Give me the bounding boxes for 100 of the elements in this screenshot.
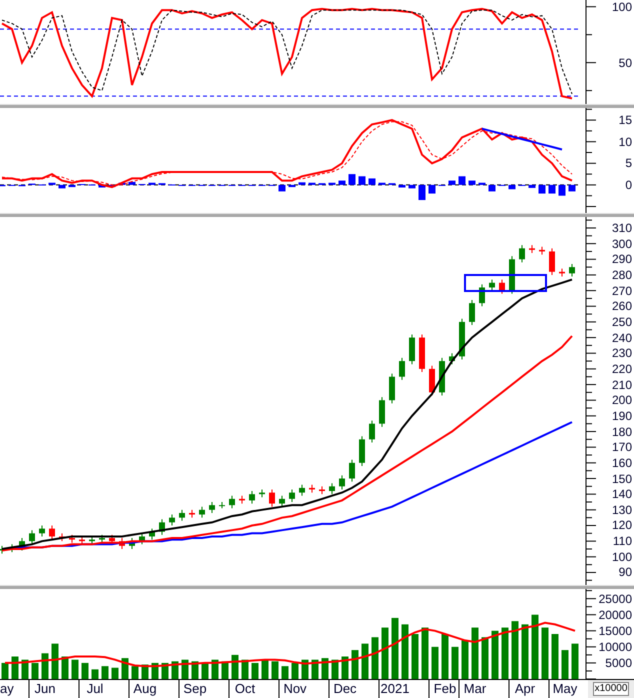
candlestick [259, 488, 265, 498]
axis-label: 220 [612, 362, 632, 376]
month-label: Jun [34, 681, 56, 696]
candlestick [519, 244, 525, 263]
candlestick [159, 518, 165, 536]
candlestick [499, 279, 505, 294]
month-label: Dec [333, 681, 357, 696]
axis-label: 10000 [598, 640, 632, 654]
month-label: Oct [234, 681, 256, 696]
candlestick [559, 268, 565, 277]
axis-label: 190 [612, 408, 632, 423]
candlestick [289, 488, 295, 502]
candlestick [69, 534, 75, 544]
axis-label: 260 [612, 299, 632, 314]
axis-label: 290 [612, 252, 632, 266]
candlestick [529, 244, 535, 254]
candlestick [399, 357, 405, 380]
candlestick [329, 482, 335, 495]
axis-label: 150 [612, 472, 632, 486]
candlestick [119, 538, 125, 550]
candlestick [449, 352, 455, 365]
axis-label: 280 [612, 268, 632, 282]
candlestick [9, 544, 15, 553]
candlestick [349, 459, 355, 482]
candlestick [419, 334, 425, 373]
axis-label: 25000 [598, 592, 632, 606]
candlestick [309, 484, 315, 494]
axis-label: 240 [612, 330, 632, 345]
month-label: Feb [434, 681, 456, 696]
candlestick [369, 420, 375, 443]
month-label: Jul [86, 681, 104, 696]
candlestick [29, 530, 35, 545]
candlestick [129, 538, 135, 550]
axis-label: 10 [618, 134, 632, 149]
axis-label: 20000 [598, 608, 632, 622]
candlestick [299, 484, 305, 496]
axis-label: 200 [612, 393, 632, 408]
candlestick [509, 256, 515, 294]
month-label: Mar [464, 681, 486, 696]
candlestick [89, 536, 95, 545]
axis-label: 100 [612, 0, 632, 14]
candlestick [319, 486, 325, 495]
candlestick [189, 509, 195, 518]
axis-label: 5000 [605, 656, 632, 670]
candlestick [99, 534, 105, 544]
candlestick [569, 263, 575, 277]
month-label: Nov [283, 681, 307, 696]
month-label: 2021 [380, 681, 410, 696]
axis-label: 310 [612, 220, 632, 235]
candlestick [359, 436, 365, 466]
candlestick [389, 373, 395, 404]
axis-label: 120 [612, 518, 632, 532]
candlestick [339, 474, 345, 490]
candlestick [469, 300, 475, 326]
axis-label: 270 [612, 284, 632, 298]
candlestick [459, 318, 465, 360]
candlestick [209, 502, 215, 514]
candlestick [0, 545, 5, 554]
candlestick [269, 488, 275, 508]
axis-label: 250 [612, 314, 632, 329]
candlestick [249, 490, 255, 504]
axis-label: 180 [612, 424, 632, 439]
unit-label: x10000 [592, 682, 630, 696]
candlestick [79, 536, 85, 545]
month-label: May [552, 681, 578, 696]
month-label: Sep [183, 681, 207, 696]
axis-label: 160 [612, 456, 632, 470]
candlestick [39, 525, 45, 537]
candlestick [59, 532, 65, 542]
axis-label: 230 [612, 346, 632, 360]
candlestick [139, 532, 145, 545]
candlestick [429, 365, 435, 396]
candlestick [19, 538, 25, 552]
candlestick [549, 248, 555, 276]
candlestick [409, 334, 415, 365]
candlestick [179, 509, 185, 522]
candlestick [489, 279, 495, 292]
candlestick [219, 502, 225, 509]
month-label: ay [0, 681, 14, 696]
month-label: Aug [133, 681, 157, 696]
axis-label: 15000 [598, 624, 632, 638]
axis-label: 100 [612, 550, 632, 564]
candlestick [229, 495, 235, 509]
axis-label: 210 [612, 378, 632, 392]
axis-label: 0 [625, 178, 632, 192]
axis-label: 130 [612, 502, 632, 517]
axis-label: 5 [625, 156, 632, 170]
candlestick [379, 396, 385, 428]
axis-label: 50 [618, 56, 632, 70]
axis-label: 170 [612, 440, 632, 454]
axis-label: 140 [612, 487, 632, 502]
candlestick [279, 495, 285, 508]
axis-label: 110 [612, 534, 632, 548]
candlestick [239, 495, 245, 504]
candlestick [199, 506, 205, 518]
axis-label: 15 [618, 113, 632, 128]
axis-label: 300 [612, 236, 632, 251]
candlestick [169, 514, 175, 526]
month-label: Apr [514, 681, 536, 696]
candlestick [479, 284, 485, 307]
